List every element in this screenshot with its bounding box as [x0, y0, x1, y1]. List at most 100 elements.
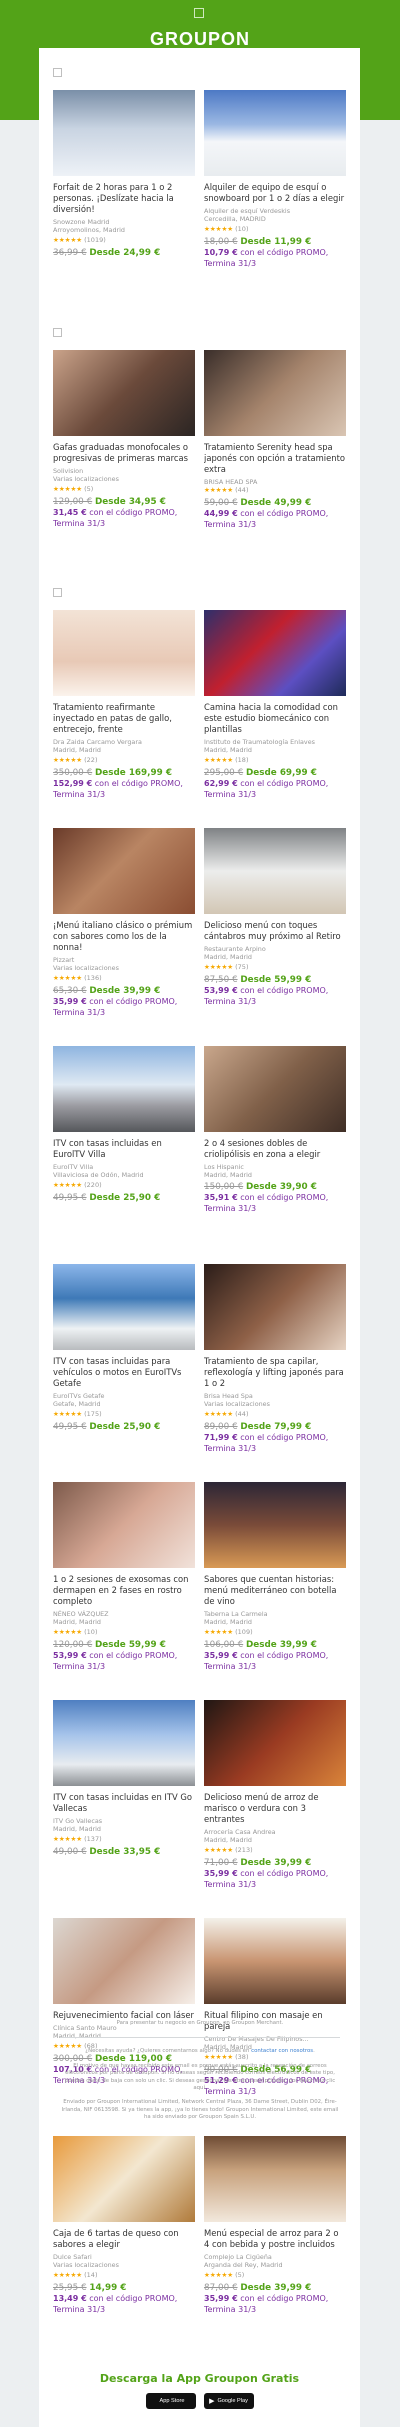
- deal-card[interactable]: Tratamiento Serenity head spa japonés co…: [204, 350, 346, 568]
- deal-image[interactable]: [204, 1700, 346, 1786]
- promo-price: 53,99 €: [204, 986, 238, 995]
- original-price: 65,30 €: [53, 986, 87, 996]
- logo-image-icon: [194, 8, 204, 18]
- deal-image[interactable]: [53, 828, 195, 914]
- deal-price: Desde 69,99 €: [245, 768, 317, 778]
- merchant-location: Madrid, Madrid: [53, 1825, 101, 1833]
- deal-title[interactable]: Sabores que cuentan historias: menú medi…: [204, 1574, 346, 1607]
- review-count: (22): [84, 756, 98, 764]
- deal-title[interactable]: Tratamiento reafirmante inyectado en pat…: [53, 702, 195, 735]
- deal-card[interactable]: Menú especial de arroz para 2 o 4 con be…: [204, 2136, 346, 2354]
- deal-card[interactable]: ITV con tasas incluidas para vehículos o…: [53, 1264, 195, 1482]
- deal-title[interactable]: 2 o 4 sesiones dobles de criolipólisis e…: [204, 1138, 346, 1160]
- deal-title[interactable]: Menú especial de arroz para 2 o 4 con be…: [204, 2228, 346, 2250]
- deal-card[interactable]: Forfait de 2 horas para 1 o 2 personas. …: [53, 90, 195, 308]
- review-count: (5): [235, 2271, 245, 2279]
- deal-image[interactable]: [204, 90, 346, 176]
- merchant-name: EuroITV Villa: [53, 1163, 94, 1171]
- deal-title[interactable]: Camina hacia la comodidad con este estud…: [204, 702, 346, 735]
- promo-price: 13,49 €: [53, 2294, 87, 2303]
- deal-image[interactable]: [53, 90, 195, 176]
- deal-title[interactable]: Forfait de 2 horas para 1 o 2 personas. …: [53, 182, 195, 215]
- merchant-name: ITV Go Vallecas: [53, 1817, 103, 1825]
- rating: ★★★★★ (44): [204, 486, 346, 495]
- deal-card[interactable]: Delicioso menú con toques cántabros muy …: [204, 828, 346, 1046]
- contact-link[interactable]: contactar con nosotros: [251, 2048, 313, 2054]
- review-count: (137): [84, 1835, 102, 1843]
- deal-card[interactable]: Alquiler de equipo de esquí o snowboard …: [204, 90, 346, 308]
- deal-title[interactable]: ITV con tasas incluidas para vehículos o…: [53, 1356, 195, 1389]
- deal-image[interactable]: [53, 1700, 195, 1786]
- deal-card[interactable]: ITV con tasas incluidas en EurolTV Villa…: [53, 1046, 195, 1264]
- deal-card[interactable]: ITV con tasas incluidas en ITV Go Vallec…: [53, 1700, 195, 1918]
- deal-title[interactable]: ¡Menú italiano clásico o prémium con sab…: [53, 920, 195, 953]
- price-line: 49,95 € Desde 25,90 €: [53, 1192, 195, 1204]
- deal-card[interactable]: Gafas graduadas monofocales o progresiva…: [53, 350, 195, 568]
- footer-divider: [60, 2037, 340, 2039]
- deal-title[interactable]: Delicioso menú con toques cántabros muy …: [204, 920, 346, 942]
- deal-title[interactable]: Tratamiento de spa capilar, reflexología…: [204, 1356, 346, 1389]
- price-line: 89,00 € Desde 79,99 €: [204, 1421, 346, 1433]
- deal-image[interactable]: [204, 350, 346, 436]
- broken-image-icon: [53, 328, 62, 337]
- deal-card[interactable]: Tratamiento reafirmante inyectado en pat…: [53, 610, 195, 828]
- deal-card[interactable]: ¡Menú italiano clásico o prémium con sab…: [53, 828, 195, 1046]
- deal-card[interactable]: Caja de 6 tartas de queso con sabores a …: [53, 2136, 195, 2354]
- deal-card[interactable]: Delicioso menú de arroz de marisco o ver…: [204, 1700, 346, 1918]
- star-rating-icon: ★★★★★: [204, 2271, 234, 2279]
- deal-image[interactable]: [204, 1918, 346, 2004]
- deal-image[interactable]: [204, 610, 346, 696]
- deal-image[interactable]: [53, 350, 195, 436]
- promo-line: 53,99 € con el código PROMO, Termina 31/…: [53, 1651, 195, 1672]
- deal-card[interactable]: Sabores que cuentan historias: menú medi…: [204, 1482, 346, 1700]
- deal-title[interactable]: Caja de 6 tartas de queso con sabores a …: [53, 2228, 195, 2250]
- deal-image[interactable]: [53, 1482, 195, 1568]
- app-store-button[interactable]: App Store: [145, 2393, 196, 2409]
- deal-image[interactable]: [204, 1264, 346, 1350]
- deal-image[interactable]: [204, 828, 346, 914]
- promo-line: 35,99 € con el código PROMO, Termina 31/…: [204, 2294, 346, 2315]
- rating: ★★★★★ (5): [53, 485, 195, 494]
- app-promo-title[interactable]: Descarga la App Groupon Gratis: [39, 2372, 360, 2385]
- rating: ★★★★★ (44): [204, 1410, 346, 1419]
- rating: ★★★★★ (137): [53, 1835, 195, 1844]
- review-count: (213): [235, 1846, 253, 1854]
- merchant-name: Complejo La Cigüeña: [204, 2253, 272, 2261]
- price-line: 25,95 € 14,99 €: [53, 2282, 195, 2294]
- promo-price: 71,99 €: [204, 1433, 238, 1442]
- promo-line: 10,79 € con el código PROMO, Termina 31/…: [204, 248, 346, 269]
- groupon-logo[interactable]: GROUPON: [0, 8, 400, 50]
- review-count: (10): [84, 1628, 98, 1636]
- deal-image[interactable]: [53, 2136, 195, 2222]
- legal-text-1: El motivo de que hayas recibido este ema…: [64, 2062, 336, 2092]
- deal-card[interactable]: 1 o 2 sesiones de exosomas con dermapen …: [53, 1482, 195, 1700]
- google-play-button[interactable]: ▶ Google Play: [203, 2393, 254, 2409]
- promo-price: 35,91 €: [204, 1193, 238, 1202]
- logo-text: GROUPON: [149, 29, 250, 49]
- deal-title[interactable]: Delicioso menú de arroz de marisco o ver…: [204, 1792, 346, 1825]
- deal-card[interactable]: Camina hacia la comodidad con este estud…: [204, 610, 346, 828]
- deal-image[interactable]: [204, 2136, 346, 2222]
- deal-image[interactable]: [53, 1046, 195, 1132]
- star-rating-icon: ★★★★★: [204, 1410, 234, 1418]
- merchant-name: Dulce Safari: [53, 2253, 92, 2261]
- deal-title[interactable]: Gafas graduadas monofocales o progresiva…: [53, 442, 195, 464]
- deal-card[interactable]: 2 o 4 sesiones dobles de criolipólisis e…: [204, 1046, 346, 1264]
- deal-image[interactable]: [204, 1046, 346, 1132]
- deal-title[interactable]: 1 o 2 sesiones de exosomas con dermapen …: [53, 1574, 195, 1607]
- deal-image[interactable]: [53, 1264, 195, 1350]
- deal-card[interactable]: Tratamiento de spa capilar, reflexología…: [204, 1264, 346, 1482]
- deal-price: Desde 39,99 €: [89, 986, 161, 996]
- deal-image[interactable]: [53, 1918, 195, 2004]
- merchant-location: Madrid, Madrid: [204, 1171, 252, 1179]
- deal-title[interactable]: ITV con tasas incluidas en ITV Go Vallec…: [53, 1792, 195, 1814]
- deal-image[interactable]: [204, 1482, 346, 1568]
- deal-title[interactable]: Alquiler de equipo de esquí o snowboard …: [204, 182, 346, 204]
- original-price: 350,00 €: [53, 768, 93, 778]
- merchant-location: Arroyomolinos, Madrid: [53, 226, 125, 234]
- deal-image[interactable]: [53, 610, 195, 696]
- rating: ★★★★★ (1019): [53, 236, 195, 245]
- deal-title[interactable]: Tratamiento Serenity head spa japonés co…: [204, 442, 346, 475]
- deal-title[interactable]: ITV con tasas incluidas en EurolTV Villa: [53, 1138, 195, 1160]
- help-line: ¿Necesitas ayuda? ¿Quieres comentarnos a…: [85, 2048, 315, 2055]
